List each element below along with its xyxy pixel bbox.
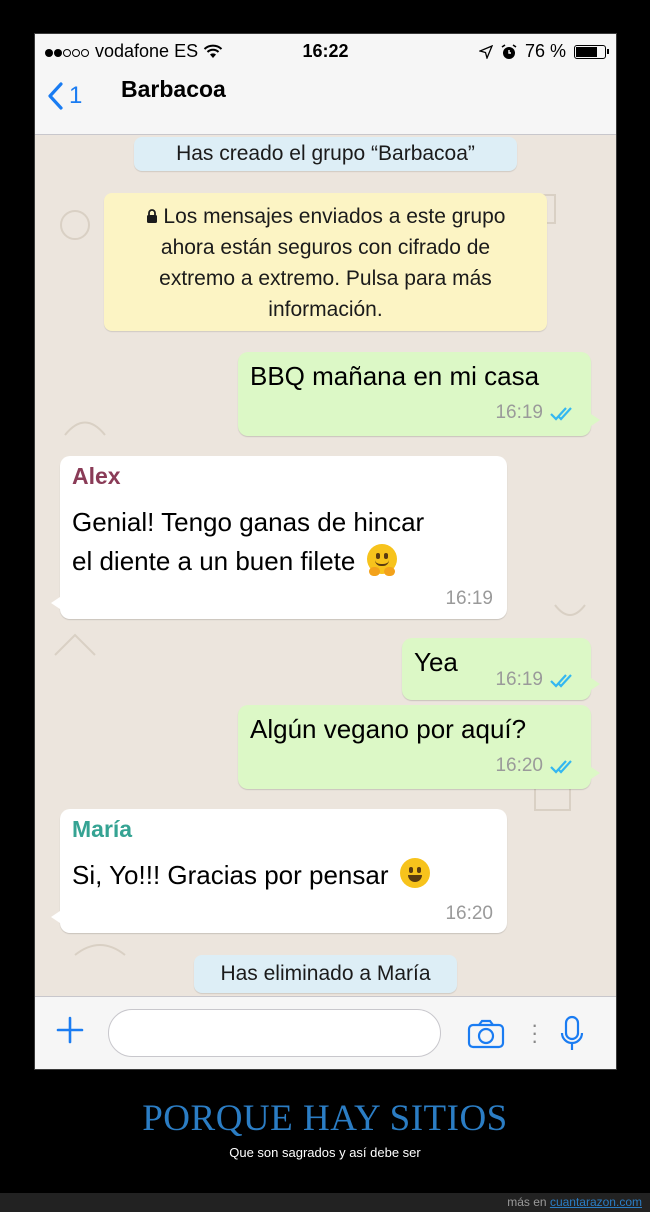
message-meta: 16:20 bbox=[495, 755, 577, 777]
message-outgoing[interactable]: BBQ mañana en mi casa 16:19 bbox=[238, 352, 600, 436]
phone-screen: vodafone ES 16:22 76 % 1 Barbacoa Has cr… bbox=[34, 33, 617, 1070]
message-text-line-2-text: el diente a un buen filete bbox=[72, 546, 356, 576]
grinning-face-emoji bbox=[399, 858, 430, 888]
message-incoming[interactable]: Alex Genial! Tengo ganas de hincar el di… bbox=[51, 456, 507, 619]
message-text: Algún vegano por aquí? bbox=[250, 714, 527, 744]
message-time: 16:19 bbox=[495, 669, 543, 690]
microphone-button[interactable] bbox=[559, 1015, 585, 1058]
system-message-created: Has creado el grupo “Barbacoa” bbox=[134, 137, 517, 171]
message-text-line: Si, Yo!!! Gracias por pensar bbox=[72, 857, 430, 894]
message-text-line-1: Genial! Tengo ganas de hincar bbox=[72, 507, 425, 537]
plus-icon bbox=[56, 1016, 84, 1044]
input-bar: · · · bbox=[35, 996, 616, 1069]
chevron-left-icon bbox=[48, 82, 63, 110]
group-title[interactable]: Barbacoa bbox=[121, 76, 226, 103]
message-text: Yea bbox=[414, 647, 458, 677]
alarm-clock-icon bbox=[501, 43, 517, 59]
status-bar: vodafone ES 16:22 76 % bbox=[35, 34, 616, 68]
back-button[interactable]: 1 bbox=[47, 82, 82, 110]
location-arrow-icon bbox=[478, 44, 493, 59]
unread-count: 1 bbox=[69, 82, 83, 109]
message-input[interactable] bbox=[108, 1009, 441, 1057]
message-meta: 16:19 bbox=[445, 588, 493, 610]
message-meta: 16:19 bbox=[495, 402, 577, 424]
system-message-removed: Has eliminado a María bbox=[194, 955, 457, 993]
encryption-notice[interactable]: Los mensajes enviados a este grupo ahora… bbox=[104, 193, 547, 331]
message-text: Si, Yo!!! Gracias por pensar bbox=[72, 860, 389, 890]
camera-icon bbox=[467, 1019, 505, 1049]
hugging-face-emoji bbox=[366, 544, 397, 576]
footer-prefix: más en bbox=[507, 1195, 547, 1209]
battery-icon bbox=[574, 44, 609, 59]
message-time: 16:20 bbox=[445, 903, 493, 924]
encryption-line-1: Los mensajes enviados a este grupo bbox=[163, 205, 506, 228]
encryption-line-3: extremo a extremo. Pulsa para más bbox=[159, 267, 492, 290]
caption-title: PORQUE HAY SITIOS bbox=[142, 1098, 508, 1139]
microphone-icon bbox=[560, 1015, 584, 1050]
chat-area[interactable]: Has creado el grupo “Barbacoa” Los mensa… bbox=[35, 135, 616, 995]
lock-icon bbox=[146, 209, 157, 223]
double-check-read-icon bbox=[550, 407, 572, 421]
message-incoming[interactable]: María Si, Yo!!! Gracias por pensar 16:20 bbox=[51, 809, 507, 933]
caption-subtitle: Que son sagrados y así debe ser bbox=[229, 1145, 421, 1160]
message-time: 16:19 bbox=[495, 402, 543, 423]
message-text: BBQ mañana en mi casa bbox=[250, 361, 540, 391]
battery-percent: 76 % bbox=[524, 41, 566, 61]
message-outgoing[interactable]: Yea 16:19 bbox=[402, 638, 600, 700]
message-time: 16:20 bbox=[495, 755, 543, 776]
footer-text: más en cuantarazon.com bbox=[507, 1195, 642, 1209]
sender-name: Alex bbox=[72, 463, 121, 489]
camera-button[interactable] bbox=[467, 1019, 505, 1054]
footer-link[interactable]: cuantarazon.com bbox=[550, 1195, 642, 1209]
double-check-read-icon bbox=[550, 760, 572, 774]
footer-bar: más en cuantarazon.com bbox=[0, 1193, 650, 1212]
separator-dots-icon: · · · bbox=[531, 1012, 539, 1053]
encryption-line-2: ahora están seguros con cifrado de bbox=[160, 236, 491, 259]
attach-plus-button[interactable] bbox=[55, 1015, 85, 1051]
chat-header: 1 Barbacoa bbox=[35, 68, 616, 135]
message-meta: 16:19 bbox=[495, 669, 577, 691]
encryption-line-4: información. bbox=[268, 298, 383, 321]
battery-level bbox=[576, 46, 597, 57]
message-meta: 16:20 bbox=[445, 903, 493, 925]
message-time: 16:19 bbox=[445, 588, 493, 609]
message-text-line-2: el diente a un buen filete bbox=[72, 543, 397, 580]
sender-name: María bbox=[72, 816, 133, 842]
message-outgoing[interactable]: Algún vegano por aquí? 16:20 bbox=[238, 705, 600, 789]
double-check-read-icon bbox=[550, 674, 572, 688]
